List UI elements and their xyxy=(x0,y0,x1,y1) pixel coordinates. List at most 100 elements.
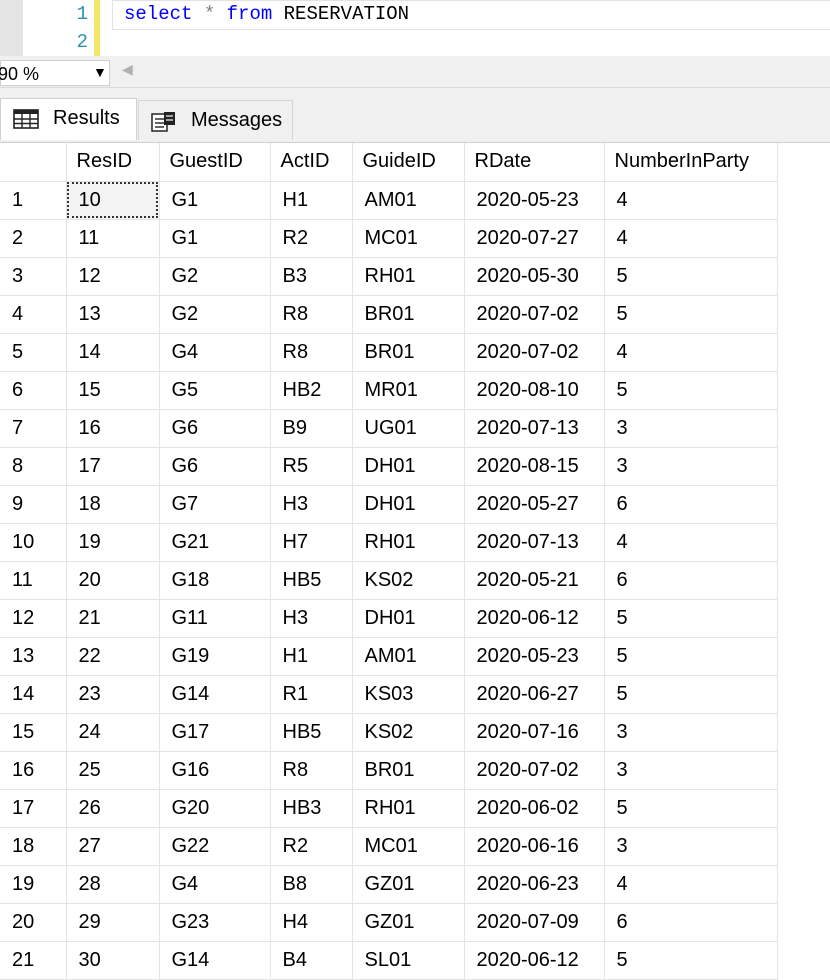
row-number[interactable]: 7 xyxy=(0,409,67,448)
table-row[interactable]: 12 21 G11 H3 DH01 2020-06-12 5 xyxy=(0,599,778,638)
cell-numberinparty[interactable]: 5 xyxy=(604,637,778,676)
cell-actid[interactable]: HB5 xyxy=(270,713,353,752)
table-row[interactable]: 7 16 G6 B9 UG01 2020-07-13 3 xyxy=(0,409,778,448)
cell-numberinparty[interactable]: 6 xyxy=(604,485,778,524)
cell-rdate[interactable]: 2020-05-23 xyxy=(464,637,605,676)
cell-numberinparty[interactable]: 5 xyxy=(604,257,778,296)
cell-guideid[interactable]: GZ01 xyxy=(352,903,465,942)
cell-rdate[interactable]: 2020-05-30 xyxy=(464,257,605,296)
cell-rdate[interactable]: 2020-05-27 xyxy=(464,485,605,524)
row-number[interactable]: 13 xyxy=(0,637,67,676)
cell-numberinparty[interactable]: 5 xyxy=(604,599,778,638)
cell-numberinparty[interactable]: 4 xyxy=(604,333,778,372)
row-number[interactable]: 15 xyxy=(0,713,67,752)
cell-numberinparty[interactable]: 4 xyxy=(604,219,778,258)
cell-guestid[interactable]: G18 xyxy=(159,561,271,600)
cell-guideid[interactable]: RH01 xyxy=(352,257,465,296)
row-number[interactable]: 10 xyxy=(0,523,67,562)
cell-resid[interactable]: 18 xyxy=(66,485,160,524)
cell-guideid[interactable]: MC01 xyxy=(352,827,465,866)
cell-resid[interactable]: 10 xyxy=(66,181,160,220)
cell-guestid[interactable]: G5 xyxy=(159,371,271,410)
cell-rdate[interactable]: 2020-05-21 xyxy=(464,561,605,600)
cell-guideid[interactable]: KS02 xyxy=(352,713,465,752)
column-header-actid[interactable]: ActID xyxy=(270,143,353,182)
table-row[interactable]: 6 15 G5 HB2 MR01 2020-08-10 5 xyxy=(0,371,778,410)
table-row[interactable]: 3 12 G2 B3 RH01 2020-05-30 5 xyxy=(0,257,778,296)
tab-results[interactable]: Results xyxy=(0,98,137,140)
cell-actid[interactable]: R8 xyxy=(270,295,353,334)
row-number[interactable]: 18 xyxy=(0,827,67,866)
cell-resid[interactable]: 20 xyxy=(66,561,160,600)
cell-actid[interactable]: H3 xyxy=(270,599,353,638)
table-row[interactable]: 21 30 G14 B4 SL01 2020-06-12 5 xyxy=(0,941,778,980)
row-number[interactable]: 5 xyxy=(0,333,67,372)
cell-guestid[interactable]: G4 xyxy=(159,865,271,904)
results-grid[interactable]: ResID GuestID ActID GuideID RDate Number… xyxy=(0,143,778,980)
table-row[interactable]: 20 29 G23 H4 GZ01 2020-07-09 6 xyxy=(0,903,778,942)
column-header-guideid[interactable]: GuideID xyxy=(352,143,465,182)
table-row[interactable]: 18 27 G22 R2 MC01 2020-06-16 3 xyxy=(0,827,778,866)
cell-guideid[interactable]: KS03 xyxy=(352,675,465,714)
row-number[interactable]: 9 xyxy=(0,485,67,524)
column-header-numberinparty[interactable]: NumberInParty xyxy=(604,143,778,182)
cell-actid[interactable]: H1 xyxy=(270,181,353,220)
cell-numberinparty[interactable]: 5 xyxy=(604,675,778,714)
row-number[interactable]: 2 xyxy=(0,219,67,258)
cell-guideid[interactable]: MC01 xyxy=(352,219,465,258)
cell-guestid[interactable]: G2 xyxy=(159,295,271,334)
cell-guestid[interactable]: G6 xyxy=(159,447,271,486)
table-row[interactable]: 5 14 G4 R8 BR01 2020-07-02 4 xyxy=(0,333,778,372)
cell-numberinparty[interactable]: 6 xyxy=(604,561,778,600)
cell-numberinparty[interactable]: 5 xyxy=(604,941,778,980)
cell-guestid[interactable]: G4 xyxy=(159,333,271,372)
cell-rdate[interactable]: 2020-06-02 xyxy=(464,789,605,828)
column-header-rownum[interactable] xyxy=(0,143,67,182)
cell-rdate[interactable]: 2020-06-12 xyxy=(464,941,605,980)
row-number[interactable]: 1 xyxy=(0,181,67,220)
cell-resid[interactable]: 26 xyxy=(66,789,160,828)
cell-actid[interactable]: B3 xyxy=(270,257,353,296)
tab-messages[interactable]: Messages xyxy=(138,100,293,140)
cell-guideid[interactable]: AM01 xyxy=(352,637,465,676)
cell-actid[interactable]: R5 xyxy=(270,447,353,486)
cell-resid[interactable]: 13 xyxy=(66,295,160,334)
cell-guestid[interactable]: G14 xyxy=(159,675,271,714)
cell-rdate[interactable]: 2020-05-23 xyxy=(464,181,605,220)
cell-rdate[interactable]: 2020-08-10 xyxy=(464,371,605,410)
table-row[interactable]: 16 25 G16 R8 BR01 2020-07-02 3 xyxy=(0,751,778,790)
cell-actid[interactable]: R8 xyxy=(270,333,353,372)
cell-numberinparty[interactable]: 4 xyxy=(604,181,778,220)
table-row[interactable]: 4 13 G2 R8 BR01 2020-07-02 5 xyxy=(0,295,778,334)
column-header-guestid[interactable]: GuestID xyxy=(159,143,271,182)
cell-actid[interactable]: B9 xyxy=(270,409,353,448)
cell-guestid[interactable]: G23 xyxy=(159,903,271,942)
cell-rdate[interactable]: 2020-06-27 xyxy=(464,675,605,714)
table-row[interactable]: 17 26 G20 HB3 RH01 2020-06-02 5 xyxy=(0,789,778,828)
cell-guestid[interactable]: G16 xyxy=(159,751,271,790)
cell-guideid[interactable]: DH01 xyxy=(352,485,465,524)
row-number[interactable]: 21 xyxy=(0,941,67,980)
chevron-down-icon[interactable]: ▼ xyxy=(93,64,107,80)
cell-actid[interactable]: R2 xyxy=(270,219,353,258)
row-number[interactable]: 3 xyxy=(0,257,67,296)
cell-actid[interactable]: H7 xyxy=(270,523,353,562)
cell-numberinparty[interactable]: 3 xyxy=(604,827,778,866)
cell-resid[interactable]: 19 xyxy=(66,523,160,562)
row-number[interactable]: 16 xyxy=(0,751,67,790)
cell-numberinparty[interactable]: 3 xyxy=(604,447,778,486)
cell-guideid[interactable]: DH01 xyxy=(352,599,465,638)
cell-rdate[interactable]: 2020-06-16 xyxy=(464,827,605,866)
table-row[interactable]: 2 11 G1 R2 MC01 2020-07-27 4 xyxy=(0,219,778,258)
cell-guideid[interactable]: UG01 xyxy=(352,409,465,448)
column-header-resid[interactable]: ResID xyxy=(66,143,160,182)
row-number[interactable]: 20 xyxy=(0,903,67,942)
cell-guideid[interactable]: RH01 xyxy=(352,789,465,828)
table-row[interactable]: 1 10 G1 H1 AM01 2020-05-23 4 xyxy=(0,181,778,220)
row-number[interactable]: 11 xyxy=(0,561,67,600)
cell-actid[interactable]: H1 xyxy=(270,637,353,676)
cell-numberinparty[interactable]: 6 xyxy=(604,903,778,942)
cell-guestid[interactable]: G1 xyxy=(159,219,271,258)
row-number[interactable]: 8 xyxy=(0,447,67,486)
cell-resid[interactable]: 28 xyxy=(66,865,160,904)
